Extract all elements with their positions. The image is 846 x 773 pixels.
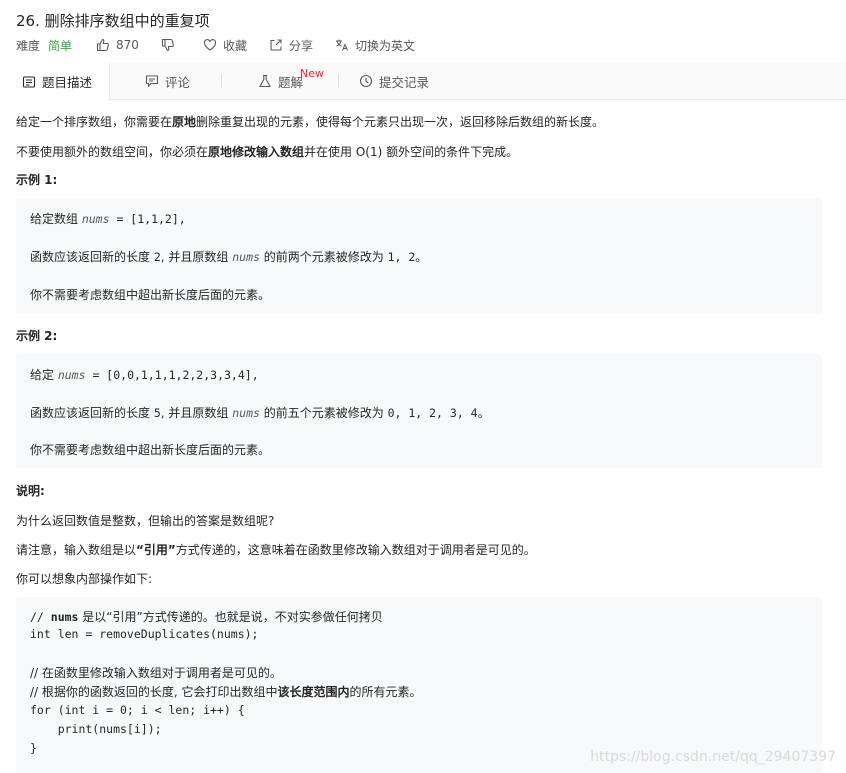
switch-language-label: 切换为英文 [354,38,415,53]
note-paragraph-3: 你可以想象内部操作如下: [16,572,153,586]
difficulty-value: 简单 [48,38,73,53]
watermark: https://blog.csdn.net/qq_29407397 [590,749,836,765]
thumbs-down-icon [161,38,175,52]
code-line-1: // nums 是以“引用”方式传递的。也就是说，不对实参做任何拷贝 [30,610,383,624]
thumbs-up-icon [96,38,110,52]
code-line-5: for (int i = 0; i < len; i++) { [30,703,245,717]
problem-title: 26. 删除排序数组中的重复项 [16,12,210,30]
share-button[interactable]: 分享 [269,37,313,54]
like-count: 870 [116,38,139,52]
example-1-title: 示例 1: [16,173,58,187]
tab-comments[interactable]: 评论 [145,62,190,100]
tab-description[interactable]: 题目描述 [0,62,110,101]
difficulty-label: 难度 [16,38,41,53]
dislike-button[interactable] [161,38,181,52]
example-2-title: 示例 2: [16,329,58,343]
note-title: 说明: [16,484,45,498]
code-line-3: // 在函数里修改输入数组对于调用者是可见的。 [30,666,282,680]
switch-language-button[interactable]: 切换为英文 [335,37,415,54]
comment-icon [145,74,159,88]
tab-comments-label: 评论 [165,74,191,90]
example-2-line-2: 函数应该返回新的长度 5, 并且原数组 nums 的前五个元素被修改为 0, 1… [30,406,490,420]
example-2-line-3: 你不需要考虑数组中超出新长度后面的元素。 [30,443,271,457]
favorite-label: 收藏 [222,38,247,53]
tab-description-label: 题目描述 [42,75,93,90]
problem-header: 26. 删除排序数组中的重复项 难度 简单 870 收藏 分享 切换为英文 [0,0,846,62]
example-1-line-1: 给定数组 nums = [1,1,2], [30,212,186,226]
example-2-line-1: 给定 nums = [0,0,1,1,1,2,2,3,3,4], [30,368,259,382]
code-line-7: } [30,741,37,755]
code-block: // nums 是以“引用”方式传递的。也就是说，不对实参做任何拷贝 int l… [16,597,822,773]
code-line-4: // 根据你的函数返回的长度, 它会打印出数组中该长度范围内的所有元素。 [30,685,422,699]
description-paragraph-2: 不要使用额外的数组空间，你必须在原地修改输入数组并在使用 O(1) 额外空间的条… [16,145,519,159]
tab-divider [338,74,339,88]
example-1-line-2: 函数应该返回新的长度 2, 并且原数组 nums 的前两个元素被修改为 1, 2… [30,250,428,264]
problem-tabs: 题目描述 评论 题解 New 提交记录 [0,62,846,101]
share-icon [269,38,283,52]
tab-submissions[interactable]: 提交记录 [359,62,429,100]
note-paragraph-1: 为什么返回数值是整数，但输出的答案是数组呢? [16,514,275,528]
tab-divider [221,74,222,88]
translate-icon [335,38,349,52]
note-paragraph-2: 请注意，输入数组是以“引用”方式传递的，这意味着在函数里修改输入数组对于调用者是… [16,543,536,557]
history-icon [359,74,373,88]
example-1-block: 给定数组 nums = [1,1,2], 函数应该返回新的长度 2, 并且原数组… [16,198,822,313]
flask-icon [258,74,272,88]
new-badge: New [300,67,324,80]
description-icon [22,75,36,89]
description-paragraph-1: 给定一个排序数组，你需要在原地删除重复出现的元素，使得每个元素只出现一次，返回移… [16,115,605,129]
code-line-2: int len = removeDuplicates(nums); [30,627,259,641]
example-2-block: 给定 nums = [0,0,1,1,1,2,2,3,3,4], 函数应该返回新… [16,354,822,468]
favorite-button[interactable]: 收藏 [203,37,247,54]
tab-solutions[interactable]: 题解 [258,62,303,100]
tab-submissions-label: 提交记录 [379,74,430,90]
like-button[interactable]: 870 [96,38,139,52]
share-label: 分享 [288,38,313,53]
heart-icon [203,38,217,52]
problem-meta-bar: 难度 简单 870 收藏 分享 切换为英文 [16,37,437,53]
code-line-6: print(nums[i]); [30,722,162,736]
example-1-line-3: 你不需要考虑数组中超出新长度后面的元素。 [30,288,271,302]
